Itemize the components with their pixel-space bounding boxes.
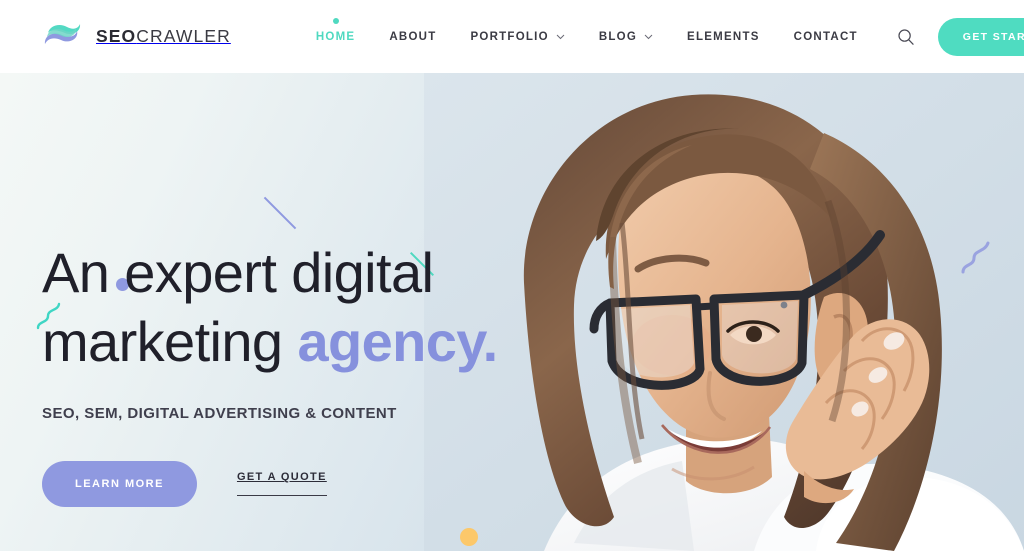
hero-subheading: SEO, SEM, DIGITAL ADVERTISING & CONTENT	[42, 404, 397, 422]
nav-label: HOME	[315, 30, 356, 43]
hero-heading-line1: An expert digital	[42, 241, 434, 304]
get-started-button[interactable]: GET STARTED	[937, 17, 1024, 56]
chevron-down-icon	[556, 34, 565, 40]
brand-name: SEOCRAWLER	[96, 25, 231, 46]
nav-item-blog[interactable]: BLOG	[599, 31, 653, 43]
main-navigation: HOME ABOUT PORTFOLIO BLOG ELEMENTS CONTA…	[315, 17, 892, 43]
nav-item-elements[interactable]: ELEMENTS	[687, 31, 760, 43]
purple-diagonal-line-decoration	[263, 196, 297, 230]
chevron-down-icon	[644, 34, 653, 40]
nav-item-portfolio[interactable]: PORTFOLIO	[470, 30, 565, 43]
nav-label: PORTFOLIO	[470, 30, 549, 43]
brand-logo[interactable]: SEOCRAWLER	[38, 17, 231, 57]
nav-label: ABOUT	[389, 30, 437, 43]
nav-item-about[interactable]: ABOUT	[389, 31, 436, 43]
hero-photo	[424, 73, 1024, 551]
nav-label: ELEMENTS	[687, 30, 760, 43]
hero-actions: LEARN MORE GET A QUOTE	[42, 460, 498, 507]
nav-item-home[interactable]: HOME	[315, 17, 356, 43]
nav-label: BLOG	[598, 30, 638, 43]
nav-label: CONTACT	[793, 30, 858, 43]
hero-section: An expert digital marketing agency. SEO,…	[0, 73, 1024, 551]
learn-more-button[interactable]: LEARN MORE	[42, 460, 197, 507]
hero-heading-line2: marketing	[42, 309, 298, 373]
header-actions: GET STARTED	[892, 17, 1024, 56]
seocrawler-landing-page: SEOCRAWLER HOME ABOUT PORTFOLIO BLOG ELE…	[0, 0, 1024, 551]
nav-item-contact[interactable]: CONTACT	[794, 31, 858, 43]
hero-heading: An expert digital marketing agency.	[42, 239, 498, 377]
seocrawler-s-mark-icon	[38, 17, 84, 57]
site-header: SEOCRAWLER HOME ABOUT PORTFOLIO BLOG ELE…	[0, 0, 1024, 73]
active-nav-dot-icon	[332, 17, 339, 24]
search-icon[interactable]	[892, 23, 920, 51]
hero-heading-accent: agency.	[297, 309, 498, 373]
hero-copy: An expert digital marketing agency. SEO,…	[42, 239, 498, 507]
brand-name-bold: SEO	[96, 25, 137, 46]
get-a-quote-link[interactable]: GET A QUOTE	[236, 471, 327, 497]
brand-name-light: CRAWLER	[136, 25, 231, 46]
